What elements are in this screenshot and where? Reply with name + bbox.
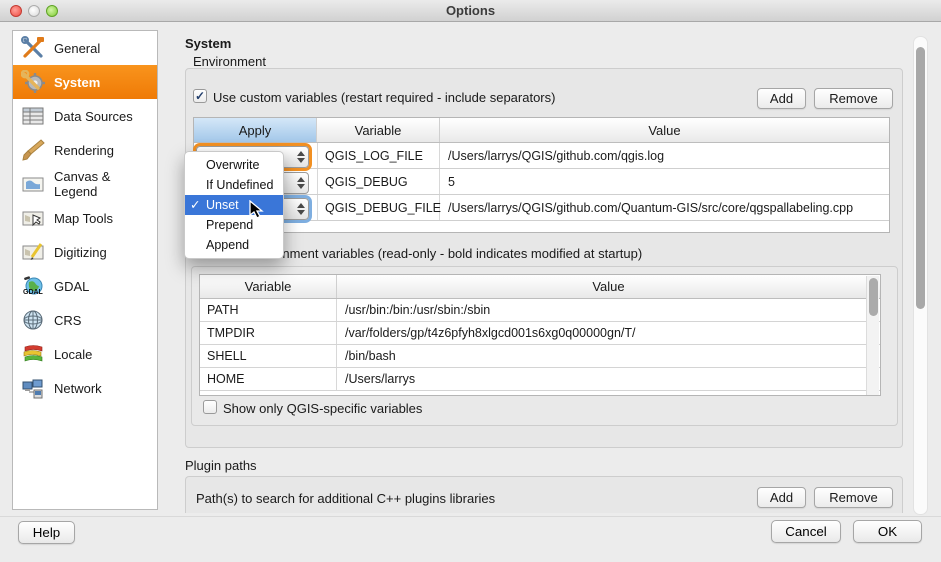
system-wrench-gear-icon — [20, 69, 46, 95]
add-plugin-path-button[interactable]: Add — [757, 487, 806, 508]
remove-custom-variable-button[interactable]: Remove — [814, 88, 893, 109]
sidebar-item-label: General — [54, 41, 100, 56]
sidebar-item-digitizing[interactable]: Digitizing — [13, 235, 157, 269]
sidebar-item-canvas-legend[interactable]: Canvas & Legend — [13, 167, 157, 201]
title-bar: Options — [0, 0, 941, 22]
gdal-globe-icon: GDAL — [20, 273, 46, 299]
mouse-cursor — [249, 200, 267, 223]
use-custom-variables-checkbox[interactable]: ✓ — [193, 89, 207, 103]
check-icon: ✓ — [205, 400, 215, 414]
sidebar-item-locale[interactable]: Locale — [13, 337, 157, 371]
footer-divider — [0, 516, 941, 517]
combo-arrows-icon — [297, 201, 304, 217]
tools-icon — [20, 35, 46, 61]
ok-button[interactable]: OK — [853, 520, 922, 543]
menu-item-if-undefined[interactable]: If Undefined — [185, 175, 283, 195]
help-button[interactable]: Help — [18, 521, 75, 544]
map-cursor-icon — [20, 205, 46, 231]
sidebar-item-label: Locale — [54, 347, 92, 362]
sidebar-item-map-tools[interactable]: Map Tools — [13, 201, 157, 235]
globe-grid-icon — [20, 307, 46, 333]
table-scrollbar-thumb[interactable] — [869, 278, 878, 316]
sidebar-item-label: Digitizing — [54, 245, 107, 260]
main-scrollbar[interactable] — [913, 36, 928, 515]
main-scrollbar-thumb[interactable] — [916, 47, 925, 309]
table-row[interactable]: HOME /Users/larrys — [200, 368, 880, 391]
show-only-qgis-checkbox[interactable]: ✓ — [203, 400, 217, 414]
sidebar-item-gdal[interactable]: GDAL GDAL — [13, 269, 157, 303]
column-header-variable[interactable]: Variable — [200, 275, 337, 298]
column-header-variable[interactable]: Variable — [317, 118, 440, 142]
settings-category-list: General System Data Sources — [12, 30, 158, 510]
column-header-value[interactable]: Value — [337, 275, 880, 298]
current-env-table: Variable Value PATH /usr/bin:/bin:/usr/s… — [199, 274, 881, 396]
sidebar-item-data-sources[interactable]: Data Sources — [13, 99, 157, 133]
menu-item-overwrite[interactable]: Overwrite — [185, 155, 283, 175]
combo-arrows-icon — [297, 149, 304, 165]
sidebar-item-label: CRS — [54, 313, 81, 328]
combo-arrows-icon — [297, 175, 304, 191]
cancel-button[interactable]: Cancel — [771, 520, 841, 543]
column-header-value[interactable]: Value — [440, 118, 889, 142]
column-header-apply[interactable]: Apply — [194, 118, 317, 142]
paintbrush-icon — [20, 137, 46, 163]
remove-plugin-path-button[interactable]: Remove — [814, 487, 893, 508]
map-pencil-icon — [20, 239, 46, 265]
menu-item-unset[interactable]: ✓ Unset — [185, 195, 283, 215]
menu-item-prepend[interactable]: Prepend — [185, 215, 283, 235]
computers-icon — [20, 375, 46, 401]
plugin-paths-description: Path(s) to search for additional C++ plu… — [196, 491, 495, 506]
sidebar-item-label: GDAL — [54, 279, 89, 294]
map-canvas-icon — [20, 171, 46, 197]
svg-text:GDAL: GDAL — [23, 289, 44, 296]
sidebar-item-network[interactable]: Network — [13, 371, 157, 405]
table-row[interactable]: TMPDIR /var/folders/gp/t4z6pfyh8xlgcd001… — [200, 322, 880, 345]
table-scrollbar[interactable] — [866, 276, 879, 396]
sidebar-item-rendering[interactable]: Rendering — [13, 133, 157, 167]
table-row[interactable]: PATH /usr/bin:/bin:/usr/sbin:/sbin — [200, 299, 880, 322]
check-icon: ✓ — [195, 89, 205, 103]
sidebar-item-label: Network — [54, 381, 102, 396]
table-row[interactable]: SHELL /bin/bash — [200, 345, 880, 368]
menu-item-append[interactable]: Append — [185, 235, 283, 255]
sidebar-item-system[interactable]: System — [13, 65, 157, 99]
use-custom-variables-label: Use custom variables (restart required -… — [213, 90, 555, 105]
sidebar-item-label: Map Tools — [54, 211, 113, 226]
add-custom-variable-button[interactable]: Add — [757, 88, 806, 109]
plugin-paths-group-label: Plugin paths — [185, 458, 257, 473]
sidebar-item-crs[interactable]: CRS — [13, 303, 157, 337]
page-title: System — [185, 36, 231, 51]
sidebar-item-general[interactable]: General — [13, 31, 157, 65]
sidebar-item-label: System — [54, 75, 100, 90]
sidebar-item-label: Rendering — [54, 143, 114, 158]
sidebar-item-label: Canvas & Legend — [54, 169, 157, 199]
current-env-table-header: Variable Value — [200, 275, 880, 299]
table-icon — [20, 103, 46, 129]
flags-icon — [20, 341, 46, 367]
show-only-qgis-label: Show only QGIS-specific variables — [223, 401, 422, 416]
sidebar-item-label: Data Sources — [54, 109, 133, 124]
apply-dropdown-menu: Overwrite If Undefined ✓ Unset Prepend A… — [184, 151, 284, 259]
environment-group-label: Environment — [193, 54, 266, 69]
check-icon: ✓ — [190, 195, 200, 215]
custom-variables-table-header: Apply Variable Value — [194, 118, 889, 143]
window-title: Options — [0, 3, 941, 18]
